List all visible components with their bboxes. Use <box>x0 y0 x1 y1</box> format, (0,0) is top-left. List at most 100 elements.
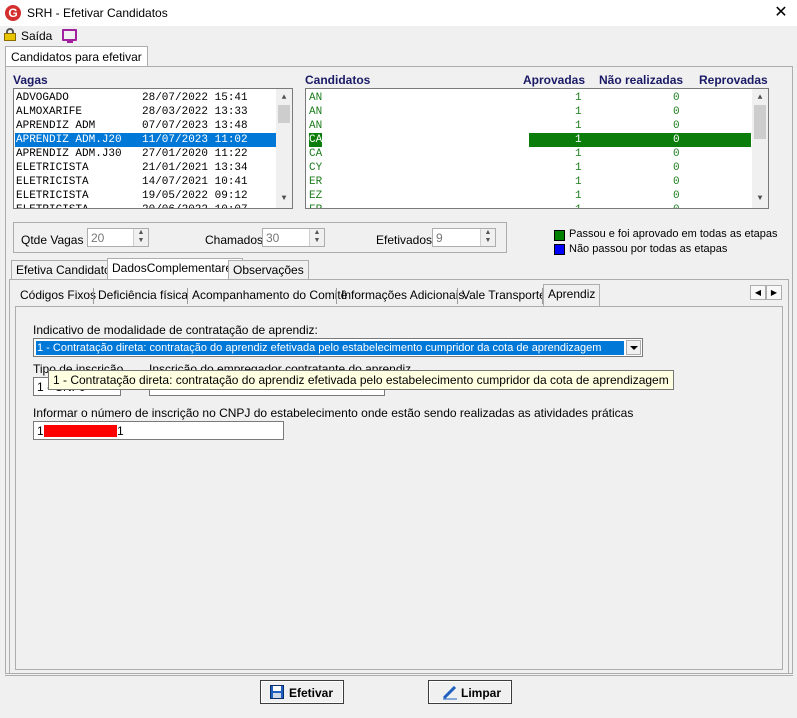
save-disk-icon <box>270 685 284 699</box>
vaga-row[interactable]: ELETRICISTA 14/07/2021 10:41 <box>16 175 248 189</box>
tab-deficiencia-fisica[interactable]: Deficiência física <box>94 286 192 305</box>
candidato-name: EZ <box>309 190 323 202</box>
candidatos-list[interactable]: AN 1 0 AN 1 0 AN 1 0 CA 1 0 CA 1 0 CY 1 0 ER 1 0 EZ 1 0 FR 1 0 ▲ ▼ <box>305 88 769 209</box>
tab-codigos-fixos[interactable]: Códigos Fixos <box>16 286 100 305</box>
candidato-nao-realizadas: 0 <box>673 148 680 160</box>
candidato-name: CY <box>309 162 323 174</box>
candidato-row[interactable]: FR 1 0 <box>307 203 751 208</box>
tab-acompanhamento-comite[interactable]: Acompanhamento do Comitê <box>188 286 351 305</box>
limpar-button[interactable]: Limpar <box>428 680 512 704</box>
chevron-down-icon[interactable] <box>626 340 641 355</box>
candidato-aprovadas: 1 <box>575 148 582 160</box>
lock-icon[interactable] <box>4 28 16 41</box>
tab-efetiva-candidato[interactable]: Efetiva Candidato <box>11 260 116 279</box>
aprovadas-header: Aprovadas <box>523 73 586 87</box>
efetivar-button[interactable]: Efetivar <box>260 680 344 704</box>
efetivados-value: 9 <box>436 231 443 245</box>
modalidade-select[interactable]: 1 - Contratação direta: contratação do a… <box>33 338 643 357</box>
vaga-date: 11/07/2023 11:02 <box>142 134 248 146</box>
candidato-aprovadas: 1 <box>575 134 582 146</box>
vaga-name: ELETRICISTA <box>16 162 89 174</box>
scroll-down-icon[interactable]: ▼ <box>276 192 292 206</box>
vaga-row[interactable]: ELETRICISTA 19/05/2022 09:12 <box>16 189 248 203</box>
vaga-row[interactable]: ELETRICISTA 21/01/2021 13:34 <box>16 161 248 175</box>
candidato-row[interactable]: EZ 1 0 <box>307 189 751 203</box>
vaga-date: 07/07/2023 13:48 <box>142 120 248 132</box>
tab-informacoes-adicionais[interactable]: Informações Adicionais <box>337 286 468 305</box>
vaga-row[interactable]: APRENDIZ ADM 07/07/2023 13:48 <box>16 119 248 133</box>
legend-passed-label: Passou e foi aprovado em todas as etapas <box>569 228 778 240</box>
candidato-nao-realizadas: 0 <box>673 203 680 208</box>
vaga-row[interactable]: ELETRICISTA20/06/2022 10:07 <box>16 203 248 208</box>
candidato-aprovadas: 1 <box>575 203 582 208</box>
spin-arrows-icon[interactable]: ▲ ▼ <box>480 229 495 246</box>
candidato-name: ER <box>309 176 323 188</box>
spin-arrows-icon[interactable]: ▲ ▼ <box>133 229 148 246</box>
scroll-up-icon[interactable]: ▲ <box>752 91 768 105</box>
cnpj-field[interactable]: 1 1 <box>33 421 284 440</box>
candidato-name: AN <box>309 106 323 118</box>
vaga-date: 28/07/2022 15:41 <box>142 92 248 104</box>
modalidade-label: Indicativo de modalidade de contratação … <box>33 323 318 337</box>
qtde-vagas-value: 20 <box>91 231 105 245</box>
scroll-up-icon[interactable]: ▲ <box>276 91 292 105</box>
nao-realizadas-header: Não realizadas <box>599 73 684 87</box>
vaga-row[interactable]: ADVOGADO 28/07/2022 15:41 <box>16 91 248 105</box>
cnpj-redacted <box>44 425 117 437</box>
modalidade-selected-value: 1 - Contratação direta: contratação do a… <box>36 341 624 355</box>
tab-aprendiz[interactable]: Aprendiz <box>543 284 601 306</box>
vaga-name: ELETRICISTA <box>16 176 89 188</box>
candidato-row[interactable]: CY 1 0 <box>307 161 751 175</box>
vaga-row[interactable]: APRENDIZ ADM.J30 27/01/2020 11:22 <box>16 147 248 161</box>
vaga-name: APRENDIZ ADM.J30 <box>16 148 122 160</box>
modalidade-tooltip: 1 - Contratação direta: contratação do a… <box>48 370 674 390</box>
vaga-name: ELETRICISTA <box>16 203 142 208</box>
monitor-icon[interactable] <box>62 29 77 43</box>
selection-highlight <box>529 133 751 147</box>
vaga-date: 19/05/2022 09:12 <box>142 190 248 202</box>
sub-tabs: Códigos Fixos Deficiência física Acompan… <box>14 284 784 306</box>
legend-passed-swatch <box>554 230 565 241</box>
tab-dados-complementares[interactable]: DadosComplementares <box>107 258 244 279</box>
candidato-row[interactable]: AN 1 0 <box>307 105 751 119</box>
tab-observacoes[interactable]: Observações <box>228 260 309 279</box>
chamados-label: Chamados <box>205 233 264 247</box>
candidato-row[interactable]: CA 1 0 <box>307 133 751 147</box>
candidato-row[interactable]: CA 1 0 <box>307 147 751 161</box>
vaga-row[interactable]: ALMOXARIFE 28/03/2022 13:33 <box>16 105 248 119</box>
candidato-name: AN <box>309 92 323 104</box>
candidato-row[interactable]: AN 1 0 <box>307 91 751 105</box>
candidato-name: CA <box>309 133 323 147</box>
candidato-nao-realizadas: 0 <box>673 106 680 118</box>
qtde-vagas-field[interactable]: 20 ▲ ▼ <box>87 228 149 247</box>
candidato-nao-realizadas: 0 <box>673 120 680 132</box>
close-window-button[interactable]: ✕ <box>770 2 792 24</box>
efetivados-field[interactable]: 9 ▲ ▼ <box>432 228 496 247</box>
tab-scroll-left-icon[interactable]: ◀ <box>750 285 766 300</box>
candidato-row[interactable]: AN 1 0 <box>307 119 751 133</box>
candidatos-scrollbar[interactable]: ▲ ▼ <box>752 89 768 208</box>
candidato-nao-realizadas: 0 <box>673 162 680 174</box>
vaga-date: 28/03/2022 13:33 <box>142 106 248 118</box>
candidato-row[interactable]: ER 1 0 <box>307 175 751 189</box>
tab-candidatos-para-efetivar[interactable]: Candidatos para efetivar <box>5 46 148 66</box>
cnpj-prefix: 1 <box>37 424 44 438</box>
vaga-row[interactable]: APRENDIZ ADM.J20 11/07/2023 11:02 <box>15 133 276 147</box>
exit-button[interactable]: Saída <box>21 29 52 43</box>
vaga-date: 21/01/2021 13:34 <box>142 162 248 174</box>
spin-arrows-icon[interactable]: ▲ ▼ <box>309 229 324 246</box>
candidato-aprovadas: 1 <box>575 190 582 202</box>
tab-vale-transporte[interactable]: Vale Transporte <box>458 286 550 305</box>
candidatos-header: Candidatos <box>305 73 371 87</box>
scroll-thumb[interactable] <box>278 105 290 123</box>
tab-scroll-right-icon[interactable]: ▶ <box>766 285 782 300</box>
scroll-down-icon[interactable]: ▼ <box>752 192 768 206</box>
vagas-list[interactable]: ADVOGADO 28/07/2022 15:41 ALMOXARIFE 28/03/… <box>13 88 293 209</box>
candidato-nao-realizadas: 0 <box>673 190 680 202</box>
scroll-thumb[interactable] <box>754 105 766 139</box>
candidato-nao-realizadas: 0 <box>673 134 680 146</box>
vagas-scrollbar[interactable]: ▲ ▼ <box>276 89 292 208</box>
candidato-name: AN <box>309 120 323 132</box>
candidato-aprovadas: 1 <box>575 106 582 118</box>
chamados-field[interactable]: 30 ▲ ▼ <box>262 228 325 247</box>
